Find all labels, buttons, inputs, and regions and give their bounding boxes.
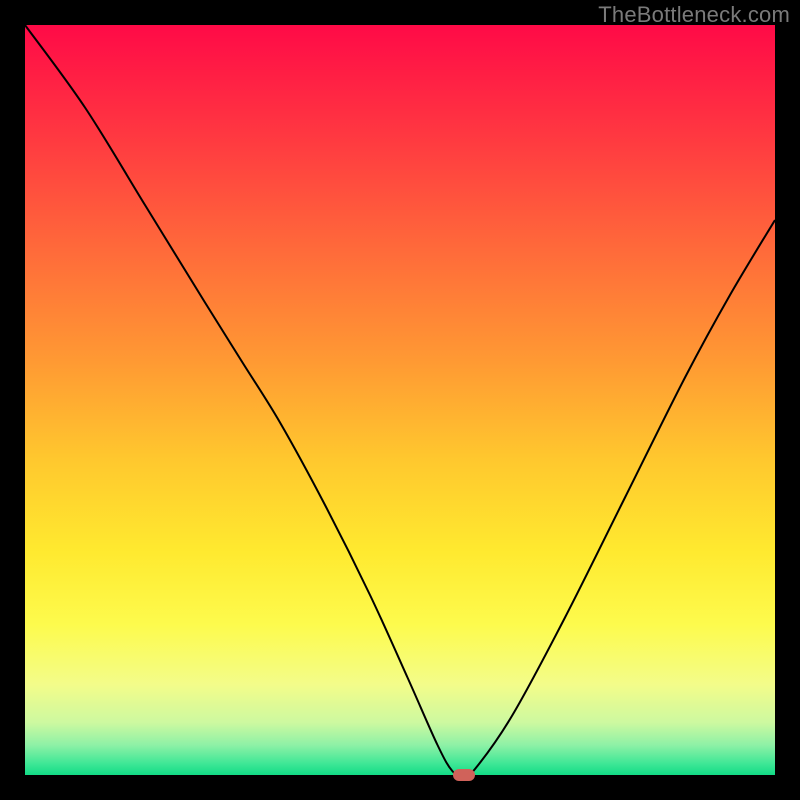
bottleneck-curve (25, 25, 775, 775)
plot-area (25, 25, 775, 775)
optimal-marker (453, 769, 475, 781)
